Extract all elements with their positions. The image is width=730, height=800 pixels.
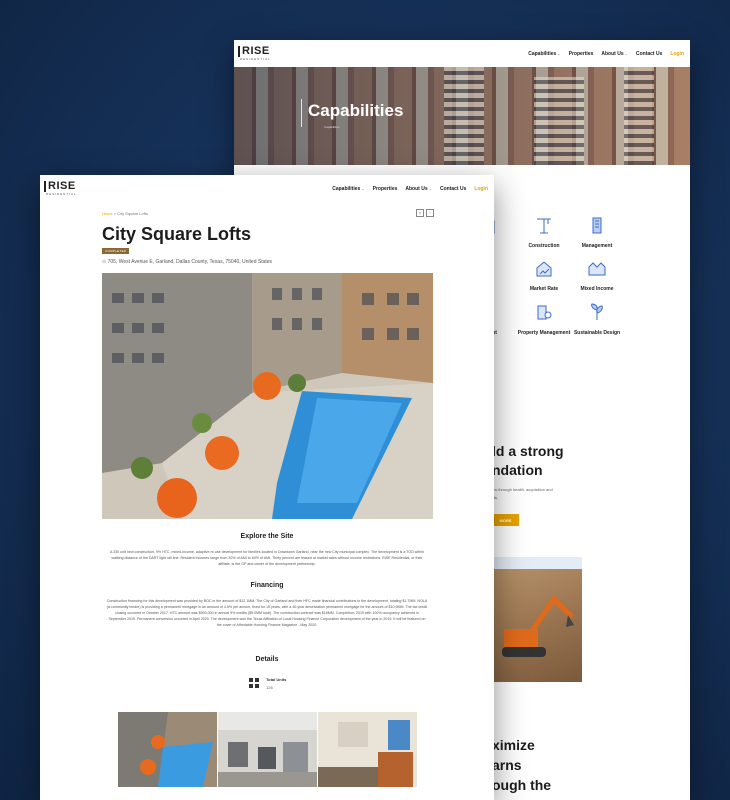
gallery-thumb-lounge[interactable] [318,712,417,787]
section-heading: ld a strong [492,443,564,459]
nav-about[interactable]: About Us⌄ [601,51,628,57]
capability-property-management[interactable]: Property Management [514,302,574,337]
hero-title: Capabilities [308,101,404,120]
section-heading: ximize [492,737,535,753]
nav-capabilities[interactable]: Capabilities⌄ [528,51,560,57]
logo-sub: RESIDENTIAL [46,192,77,196]
page-title: City Square Lofts [102,224,252,244]
building-icon [592,217,602,234]
nav-login[interactable]: Login [670,51,684,57]
units-icon [249,678,259,688]
nav-contact[interactable]: Contact Us [636,51,662,57]
logo-sub: RESIDENTIAL [240,57,271,61]
breadcrumb: Home > City Square Lofts [102,211,148,216]
explore-heading: Explore the Site [240,533,294,540]
learn-more-button[interactable]: MORE [492,514,519,526]
capability-management[interactable]: Management [567,215,627,250]
section-heading: ndation [492,462,543,478]
hero-banner: Capabilities Capabilities [234,67,690,165]
capability-market-rate[interactable]: Market Rate [514,258,574,293]
nav-login[interactable]: Login [474,186,488,192]
nav-capabilities[interactable]: Capabilities⌄ [332,186,364,192]
townhouse-icon [588,262,606,276]
excavator-photo [492,557,582,682]
house-chart-icon [536,261,552,277]
chevron-down-icon: ⌄ [428,185,432,191]
main-menu: Capabilities⌄ Properties About Us⌄ Conta… [528,40,684,67]
nav-about[interactable]: About Us⌄ [405,186,432,192]
front-nav: RISE RESIDENTIAL Capabilities⌄ Propertie… [40,175,494,202]
print-icon[interactable]: ▫ [426,209,434,217]
chevron-down-icon: ⌄ [361,185,365,191]
property-management-icon [537,305,552,320]
logo[interactable]: RISE RESIDENTIAL [238,46,271,61]
construction-crane-icon [537,218,551,234]
detail-label: Total Units [266,677,287,682]
address: ⊙ 705, West Avenue E, Garland, Dallas Co… [102,259,273,265]
chevron-down-icon: ⌄ [557,50,561,56]
capability-mixed-income[interactable]: Mixed Income [567,258,627,293]
main-menu: Capabilities⌄ Properties About Us⌄ Conta… [332,175,488,202]
gallery-thumb-gym[interactable] [218,712,317,787]
status-badge: COMPLETED [102,248,130,254]
financing-text: Construction financing for this developm… [106,599,428,627]
section-heading: arns [492,757,522,773]
property-hero-photo [102,273,433,519]
back-nav: RISE RESIDENTIAL Capabilities⌄ Propertie… [234,40,690,67]
nav-properties[interactable]: Properties [569,51,594,57]
breadcrumb-separator: > [113,211,117,216]
financing-heading: Financing [250,582,284,589]
leaf-icon [591,303,603,320]
logo-mark: RISE [238,46,271,57]
explore-text: A 330 unit new construction, 9% HTC, mix… [109,550,424,566]
breadcrumb-current: City Square Lofts [117,211,148,216]
hero-divider [301,99,302,127]
logo[interactable]: RISE RESIDENTIAL [44,181,77,196]
logo-mark: RISE [44,181,77,192]
capability-construction[interactable]: Construction [514,215,574,250]
property-page: RISE RESIDENTIAL Capabilities⌄ Propertie… [40,175,494,800]
section-heading: ough the [492,777,552,793]
detail-value: 126 [266,685,273,690]
hero-breadcrumb: Capabilities [324,125,340,129]
section-text: ies through health, acquisition and [492,487,553,492]
gallery-thumb-pool[interactable] [118,712,217,787]
nav-properties[interactable]: Properties [373,186,398,192]
chevron-down-icon: ⌄ [624,50,628,56]
breadcrumb-home[interactable]: Home [102,211,113,216]
details-heading: Details [255,656,279,663]
page-tools: < ▫ [416,209,434,217]
nav-contact[interactable]: Contact Us [440,186,466,192]
share-icon[interactable]: < [416,209,424,217]
capability-sustainable-design[interactable]: Sustainable Design [567,302,627,337]
